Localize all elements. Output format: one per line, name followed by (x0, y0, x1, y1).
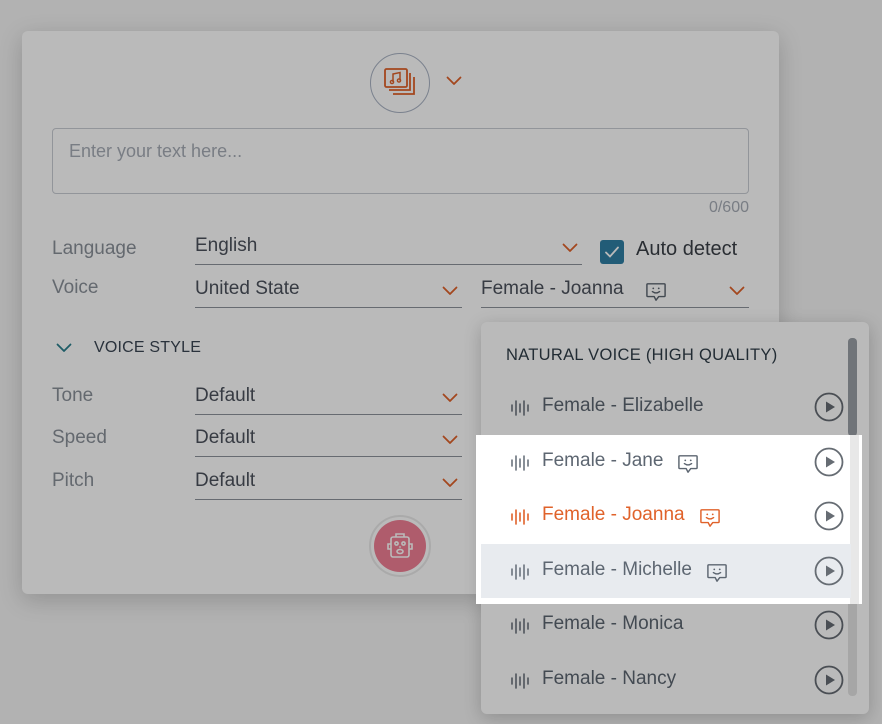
speed-label: Speed (52, 427, 107, 448)
waveform-icon (510, 455, 530, 471)
robot-icon (387, 533, 413, 558)
voice-option[interactable]: Female - Monica (481, 598, 851, 604)
voice-value: Female - Joanna (481, 278, 624, 299)
pitch-select[interactable]: Default (195, 466, 462, 500)
voice-option-name: Female - Elizabelle (542, 395, 704, 416)
language-label: Language (52, 238, 137, 259)
expressive-bubble-icon (677, 454, 699, 474)
region-select[interactable]: United State (195, 274, 462, 308)
pitch-label: Pitch (52, 470, 95, 491)
expressive-bubble-icon (645, 282, 667, 302)
voice-option-name: Female - Michelle (542, 558, 692, 580)
play-preview-icon[interactable] (814, 501, 844, 531)
language-select[interactable]: English (195, 231, 582, 265)
text-input[interactable]: Enter your text here... (52, 128, 749, 194)
voice-style-toggle[interactable]: VOICE STYLE (56, 339, 201, 357)
media-selector-button[interactable] (370, 53, 430, 113)
play-preview-icon[interactable] (814, 556, 844, 586)
generate-button-face (374, 520, 426, 572)
expressive-bubble-icon (699, 508, 721, 528)
auto-detect-checkbox[interactable] (600, 240, 624, 264)
chevron-down-icon[interactable] (446, 75, 462, 87)
voice-option-name: Female - Nancy (542, 667, 677, 689)
chevron-down-icon (56, 343, 72, 353)
chevron-down-icon (562, 243, 578, 253)
music-stack-icon (384, 68, 415, 95)
speed-select[interactable]: Default (195, 423, 462, 457)
chevron-down-icon (442, 435, 458, 445)
speed-value: Default (195, 427, 256, 448)
pitch-value: Default (195, 470, 256, 491)
play-preview-icon[interactable] (814, 610, 844, 640)
voice-option[interactable]: Female - Nancy (481, 653, 851, 707)
waveform-icon (510, 618, 530, 634)
auto-detect-label: Auto detect (636, 238, 738, 260)
tone-select[interactable]: Default (195, 381, 462, 415)
tone-label: Tone (52, 385, 94, 406)
voice-option[interactable]: Female - Joanna (481, 489, 851, 543)
expressive-bubble-icon (706, 563, 728, 583)
char-counter: 0/600 (708, 199, 749, 216)
play-preview-icon[interactable] (814, 665, 844, 695)
language-value: English (195, 235, 258, 256)
voice-select[interactable]: Female - Joanna (481, 274, 749, 308)
check-icon (605, 246, 619, 258)
voice-style-title: VOICE STYLE (94, 339, 202, 356)
region-value: United State (195, 278, 300, 299)
voice-option[interactable]: Female - Jane (481, 435, 851, 489)
tone-value: Default (195, 385, 256, 406)
voice-option[interactable]: Female - Elizabelle (481, 380, 851, 434)
dropdown-header: NATURAL VOICE (HIGH QUALITY) (506, 346, 778, 364)
waveform-icon (510, 564, 530, 580)
chevron-down-icon (442, 478, 458, 488)
waveform-icon (510, 673, 530, 689)
voice-option[interactable]: Female - Monica (481, 598, 851, 652)
voice-option-name: Female - Monica (542, 613, 684, 634)
chevron-down-icon (442, 286, 458, 296)
waveform-icon (510, 400, 530, 416)
waveform-icon (510, 509, 530, 525)
scrollbar-track[interactable] (850, 435, 859, 604)
voice-option-name: Female - Joanna (542, 504, 685, 525)
play-preview-icon[interactable] (814, 392, 844, 422)
voice-option[interactable]: Female - Michelle (481, 543, 851, 598)
spotlight-region: Female - Jane Female - Joanna Female - Mic… (476, 435, 862, 604)
chevron-down-icon (442, 393, 458, 403)
voice-option-name: Female - Jane (542, 449, 664, 471)
chevron-down-icon (729, 286, 745, 296)
generate-button[interactable] (369, 515, 431, 577)
voice-label: Voice (52, 277, 99, 298)
play-preview-icon[interactable] (814, 447, 844, 477)
